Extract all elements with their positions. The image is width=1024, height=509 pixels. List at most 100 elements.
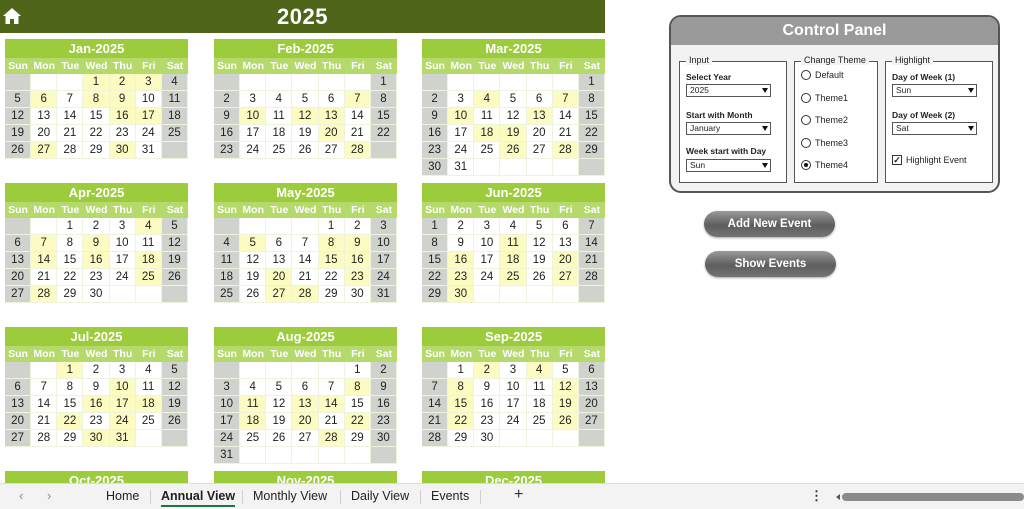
day-cell[interactable]: 18 bbox=[500, 252, 527, 269]
day-cell[interactable]: 21 bbox=[57, 125, 84, 142]
day-cell[interactable]: 29 bbox=[57, 430, 84, 447]
day-cell[interactable]: 15 bbox=[422, 252, 449, 269]
day-cell[interactable]: 24 bbox=[500, 413, 527, 430]
day-cell[interactable]: 11 bbox=[135, 235, 162, 252]
day-cell[interactable]: 11 bbox=[526, 379, 553, 396]
day-cell[interactable]: 28 bbox=[578, 269, 605, 286]
day-cell[interactable]: 24 bbox=[214, 430, 241, 447]
day-cell[interactable]: 6 bbox=[5, 235, 32, 252]
next-sheet-icon[interactable]: › bbox=[47, 488, 51, 503]
day-cell[interactable]: 25 bbox=[266, 142, 293, 159]
day-cell[interactable]: 2 bbox=[83, 362, 110, 379]
day-cell[interactable]: 29 bbox=[57, 286, 84, 303]
day-cell[interactable]: 28 bbox=[57, 142, 84, 159]
day-cell[interactable]: 17 bbox=[448, 125, 475, 142]
day-cell[interactable]: 29 bbox=[448, 430, 475, 447]
day-cell[interactable]: 23 bbox=[214, 142, 241, 159]
day-cell[interactable]: 3 bbox=[109, 362, 136, 379]
day-cell[interactable]: 15 bbox=[318, 252, 345, 269]
day-cell[interactable]: 11 bbox=[161, 91, 188, 108]
day-cell[interactable]: 26 bbox=[161, 413, 188, 430]
day-cell[interactable]: 12 bbox=[161, 379, 188, 396]
day-cell[interactable]: 25 bbox=[474, 142, 501, 159]
day-cell[interactable]: 21 bbox=[318, 413, 345, 430]
day-cell[interactable]: 16 bbox=[83, 396, 110, 413]
day-cell[interactable]: 3 bbox=[370, 218, 397, 235]
day-cell[interactable]: 21 bbox=[292, 269, 319, 286]
day-cell[interactable]: 7 bbox=[292, 235, 319, 252]
day-cell[interactable]: 22 bbox=[344, 413, 371, 430]
day-cell[interactable]: 20 bbox=[31, 125, 58, 142]
day-cell[interactable]: 10 bbox=[109, 379, 136, 396]
day-cell[interactable]: 19 bbox=[240, 269, 267, 286]
prev-sheet-icon[interactable]: ‹ bbox=[19, 488, 23, 503]
day-cell[interactable]: 25 bbox=[135, 413, 162, 430]
day-cell[interactable]: 5 bbox=[240, 235, 267, 252]
day-cell[interactable]: 25 bbox=[500, 269, 527, 286]
day-cell[interactable]: 17 bbox=[109, 252, 136, 269]
day-cell[interactable]: 12 bbox=[161, 235, 188, 252]
day-cell[interactable]: 7 bbox=[422, 379, 449, 396]
day-cell[interactable]: 19 bbox=[552, 396, 579, 413]
day-cell[interactable]: 9 bbox=[83, 235, 110, 252]
day-cell[interactable]: 4 bbox=[240, 379, 267, 396]
day-cell[interactable]: 7 bbox=[31, 235, 58, 252]
day-cell[interactable]: 7 bbox=[552, 91, 579, 108]
day-cell[interactable]: 9 bbox=[448, 235, 475, 252]
day-cell[interactable]: 17 bbox=[109, 396, 136, 413]
day-cell[interactable]: 5 bbox=[161, 218, 188, 235]
day-cell[interactable]: 11 bbox=[500, 235, 527, 252]
day-cell[interactable]: 23 bbox=[370, 413, 397, 430]
day-cell[interactable]: 18 bbox=[135, 252, 162, 269]
day-cell[interactable]: 22 bbox=[57, 413, 84, 430]
day-cell[interactable]: 4 bbox=[135, 218, 162, 235]
day-cell[interactable]: 3 bbox=[448, 91, 475, 108]
day-cell[interactable]: 18 bbox=[526, 396, 553, 413]
day-cell[interactable]: 19 bbox=[292, 125, 319, 142]
day-cell[interactable]: 20 bbox=[552, 252, 579, 269]
day-cell[interactable]: 4 bbox=[214, 235, 241, 252]
day-cell[interactable]: 16 bbox=[344, 252, 371, 269]
day-cell[interactable]: 6 bbox=[292, 379, 319, 396]
day-cell[interactable]: 21 bbox=[552, 125, 579, 142]
day-cell[interactable]: 2 bbox=[448, 218, 475, 235]
horizontal-scrollbar[interactable] bbox=[836, 493, 1024, 501]
day-cell[interactable]: 28 bbox=[552, 142, 579, 159]
day-cell[interactable]: 26 bbox=[526, 269, 553, 286]
day-cell[interactable]: 27 bbox=[318, 142, 345, 159]
day-cell[interactable]: 26 bbox=[5, 142, 32, 159]
day-cell[interactable]: 6 bbox=[552, 218, 579, 235]
day-cell[interactable]: 2 bbox=[214, 91, 241, 108]
day-cell[interactable]: 25 bbox=[240, 430, 267, 447]
day-cell[interactable]: 6 bbox=[266, 235, 293, 252]
day-cell[interactable]: 3 bbox=[135, 74, 162, 91]
day-cell[interactable]: 26 bbox=[500, 142, 527, 159]
start-month-dropdown[interactable]: January bbox=[686, 122, 771, 135]
day-cell[interactable]: 30 bbox=[370, 430, 397, 447]
day-cell[interactable]: 8 bbox=[57, 235, 84, 252]
highlight-event-checkbox[interactable]: ✓ Highlight Event bbox=[892, 155, 967, 165]
day-cell[interactable]: 26 bbox=[240, 286, 267, 303]
dow2-dropdown[interactable]: Sat bbox=[892, 122, 977, 135]
day-cell[interactable]: 13 bbox=[5, 252, 32, 269]
day-cell[interactable]: 9 bbox=[344, 235, 371, 252]
day-cell[interactable]: 18 bbox=[474, 125, 501, 142]
day-cell[interactable]: 1 bbox=[578, 74, 605, 91]
day-cell[interactable]: 27 bbox=[5, 286, 32, 303]
day-cell[interactable]: 10 bbox=[474, 235, 501, 252]
day-cell[interactable]: 1 bbox=[448, 362, 475, 379]
day-cell[interactable]: 4 bbox=[135, 362, 162, 379]
day-cell[interactable]: 8 bbox=[578, 91, 605, 108]
day-cell[interactable]: 9 bbox=[214, 108, 241, 125]
day-cell[interactable]: 28 bbox=[31, 430, 58, 447]
day-cell[interactable]: 31 bbox=[448, 159, 475, 176]
day-cell[interactable]: 10 bbox=[500, 379, 527, 396]
theme-option-default[interactable]: Default bbox=[801, 70, 844, 80]
day-cell[interactable]: 26 bbox=[161, 269, 188, 286]
day-cell[interactable]: 2 bbox=[344, 218, 371, 235]
day-cell[interactable]: 22 bbox=[83, 125, 110, 142]
day-cell[interactable]: 27 bbox=[526, 142, 553, 159]
day-cell[interactable]: 19 bbox=[500, 125, 527, 142]
day-cell[interactable]: 6 bbox=[578, 362, 605, 379]
day-cell[interactable]: 5 bbox=[266, 379, 293, 396]
